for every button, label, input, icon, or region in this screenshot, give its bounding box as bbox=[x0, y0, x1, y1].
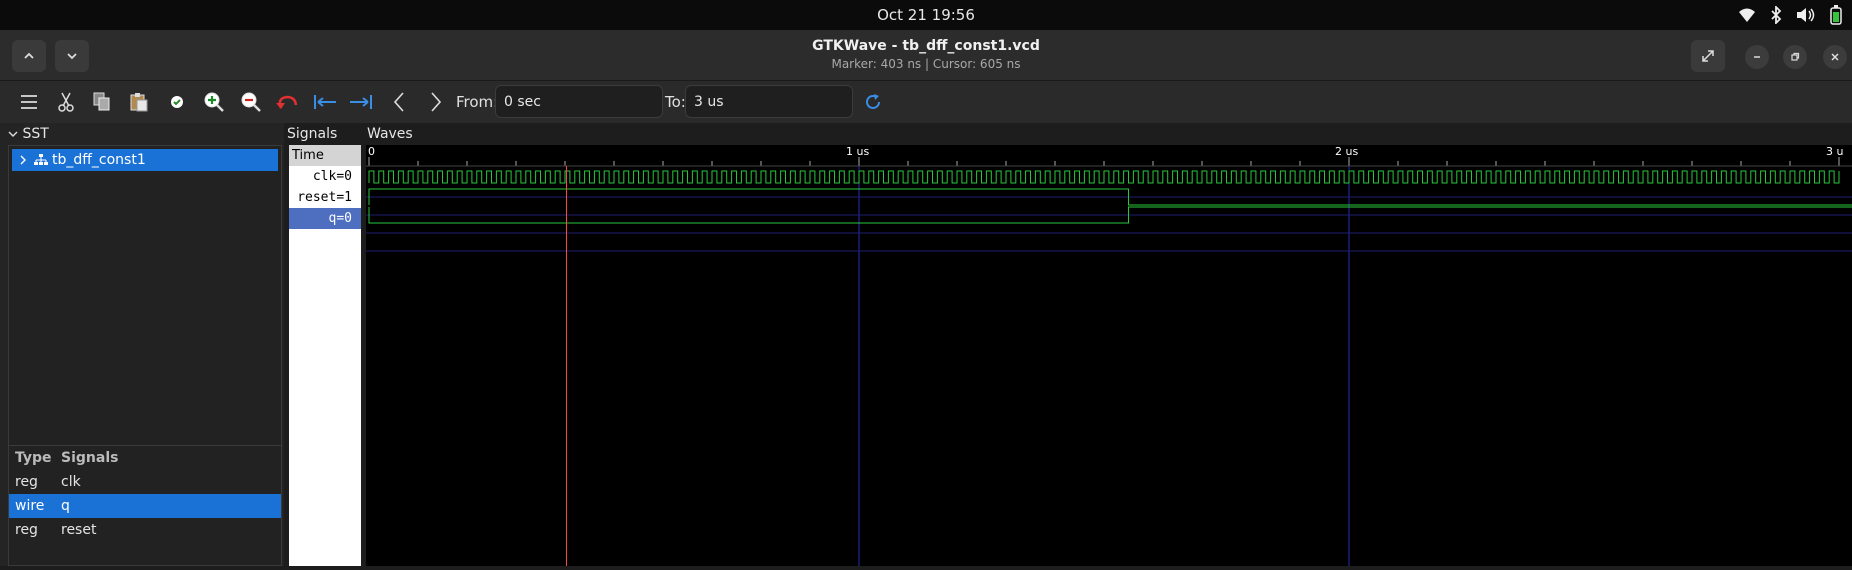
sst-tree-item[interactable]: tb_dff_const1 bbox=[12, 149, 278, 171]
to-label: To: bbox=[665, 93, 686, 111]
waves-pane-header: Waves bbox=[367, 126, 413, 142]
waveform-canvas[interactable]: 0 1 us 2 us 3 u bbox=[366, 145, 1852, 566]
ruler-tick-label: 0 bbox=[368, 145, 375, 158]
signals-pane-header: Signals bbox=[287, 126, 338, 142]
copy-button[interactable] bbox=[89, 89, 115, 115]
time-ruler[interactable] bbox=[366, 145, 1852, 166]
minimize-icon bbox=[1754, 56, 1760, 58]
expand-icon bbox=[1702, 50, 1714, 62]
signal-row-reset[interactable]: reset=1 bbox=[289, 187, 361, 208]
battery-icon[interactable] bbox=[1830, 5, 1842, 25]
signal-list-row[interactable]: reg clk bbox=[9, 470, 281, 494]
signals-pane[interactable]: Time clk=0 reset=1 q=0 bbox=[289, 145, 361, 566]
reload-button[interactable] bbox=[860, 89, 886, 115]
signal-list-row[interactable]: reg reset bbox=[9, 518, 281, 542]
fullscreen-button[interactable] bbox=[1691, 40, 1725, 72]
wifi-icon[interactable] bbox=[1738, 7, 1756, 23]
paste-button[interactable] bbox=[126, 89, 152, 115]
go-to-start-button[interactable] bbox=[312, 89, 338, 115]
maximize-button[interactable] bbox=[1783, 45, 1807, 69]
zoom-out-icon bbox=[241, 92, 261, 112]
from-label: From: bbox=[456, 93, 499, 111]
chevron-right-icon bbox=[431, 92, 442, 112]
minimize-button[interactable] bbox=[1745, 45, 1769, 69]
system-clock[interactable]: Oct 21 19:56 bbox=[0, 6, 1852, 24]
volume-icon[interactable] bbox=[1796, 7, 1816, 23]
cut-button[interactable] bbox=[53, 89, 79, 115]
signal-type: wire bbox=[15, 498, 45, 514]
signal-list-row[interactable]: wire q bbox=[9, 494, 281, 518]
restore-icon bbox=[1791, 52, 1800, 61]
undo-zoom-button[interactable] bbox=[274, 89, 300, 115]
signal-row-clk[interactable]: clk=0 bbox=[289, 166, 361, 187]
chevron-left-icon bbox=[393, 92, 404, 112]
window-headerbar: GTKWave - tb_dff_const1.vcd Marker: 403 … bbox=[0, 30, 1852, 81]
signal-name: clk bbox=[61, 474, 81, 490]
module-hierarchy-icon bbox=[34, 154, 48, 165]
zoom-in-icon bbox=[204, 92, 224, 112]
bluetooth-icon[interactable] bbox=[1770, 6, 1782, 24]
system-tray[interactable] bbox=[1738, 5, 1842, 25]
signal-name: q bbox=[61, 498, 70, 514]
jump-end-icon bbox=[350, 95, 372, 109]
from-time-field[interactable]: 0 sec bbox=[495, 85, 663, 118]
undo-icon bbox=[276, 95, 298, 109]
sst-tree[interactable]: tb_dff_const1 bbox=[8, 145, 282, 459]
paste-icon bbox=[130, 93, 148, 112]
expander-right-icon[interactable] bbox=[18, 155, 28, 165]
page-right-button[interactable] bbox=[423, 89, 449, 115]
main-toolbar: From: 0 sec To: 3 us bbox=[0, 81, 1852, 123]
close-button[interactable] bbox=[1823, 45, 1847, 69]
jump-start-icon bbox=[314, 95, 336, 109]
waves-pane[interactable]: 0 1 us 2 us 3 u bbox=[366, 145, 1852, 566]
expander-down-icon bbox=[8, 131, 18, 137]
go-to-end-button[interactable] bbox=[348, 89, 374, 115]
zoom-out-button[interactable] bbox=[238, 89, 264, 115]
time-row-label: Time bbox=[289, 145, 361, 166]
close-icon bbox=[1831, 53, 1839, 61]
page-left-button[interactable] bbox=[386, 89, 412, 115]
reload-icon bbox=[866, 94, 880, 109]
scissors-icon bbox=[58, 92, 74, 112]
zoom-fit-button[interactable] bbox=[164, 89, 190, 115]
ruler-tick-label: 1 us bbox=[846, 145, 869, 158]
sst-header-label: SST bbox=[22, 126, 49, 142]
system-top-bar: Oct 21 19:56 bbox=[0, 0, 1852, 30]
signal-type: reg bbox=[15, 522, 38, 538]
signal-list-header[interactable]: Type Signals bbox=[9, 446, 281, 470]
type-column-header[interactable]: Type bbox=[9, 450, 61, 466]
wave-trace-clk[interactable] bbox=[368, 170, 1840, 184]
signal-name: reset bbox=[61, 522, 97, 538]
sst-tree-item-label: tb_dff_const1 bbox=[52, 152, 146, 168]
window-subtitle: Marker: 403 ns | Cursor: 605 ns bbox=[831, 57, 1021, 71]
signal-list: Type Signals reg clk wire q reg reset bbox=[8, 445, 282, 566]
left-panel: SST tb_dff_const1 Type Signals reg clk w… bbox=[0, 123, 284, 566]
window-title: GTKWave - tb_dff_const1.vcd bbox=[812, 38, 1040, 54]
zoom-fit-icon bbox=[171, 96, 183, 108]
signals-column-header[interactable]: Signals bbox=[61, 450, 118, 466]
menu-button[interactable] bbox=[16, 89, 42, 115]
ruler-tick-label: 3 u bbox=[1826, 145, 1843, 158]
zoom-in-button[interactable] bbox=[201, 89, 227, 115]
hamburger-icon bbox=[21, 95, 37, 109]
signal-row-q[interactable]: q=0 bbox=[289, 208, 361, 229]
ruler-tick-label: 2 us bbox=[1335, 145, 1358, 158]
copy-icon bbox=[93, 92, 110, 111]
to-time-field[interactable]: 3 us bbox=[685, 85, 853, 118]
signal-type: reg bbox=[15, 474, 38, 490]
sst-header[interactable]: SST bbox=[8, 126, 49, 142]
